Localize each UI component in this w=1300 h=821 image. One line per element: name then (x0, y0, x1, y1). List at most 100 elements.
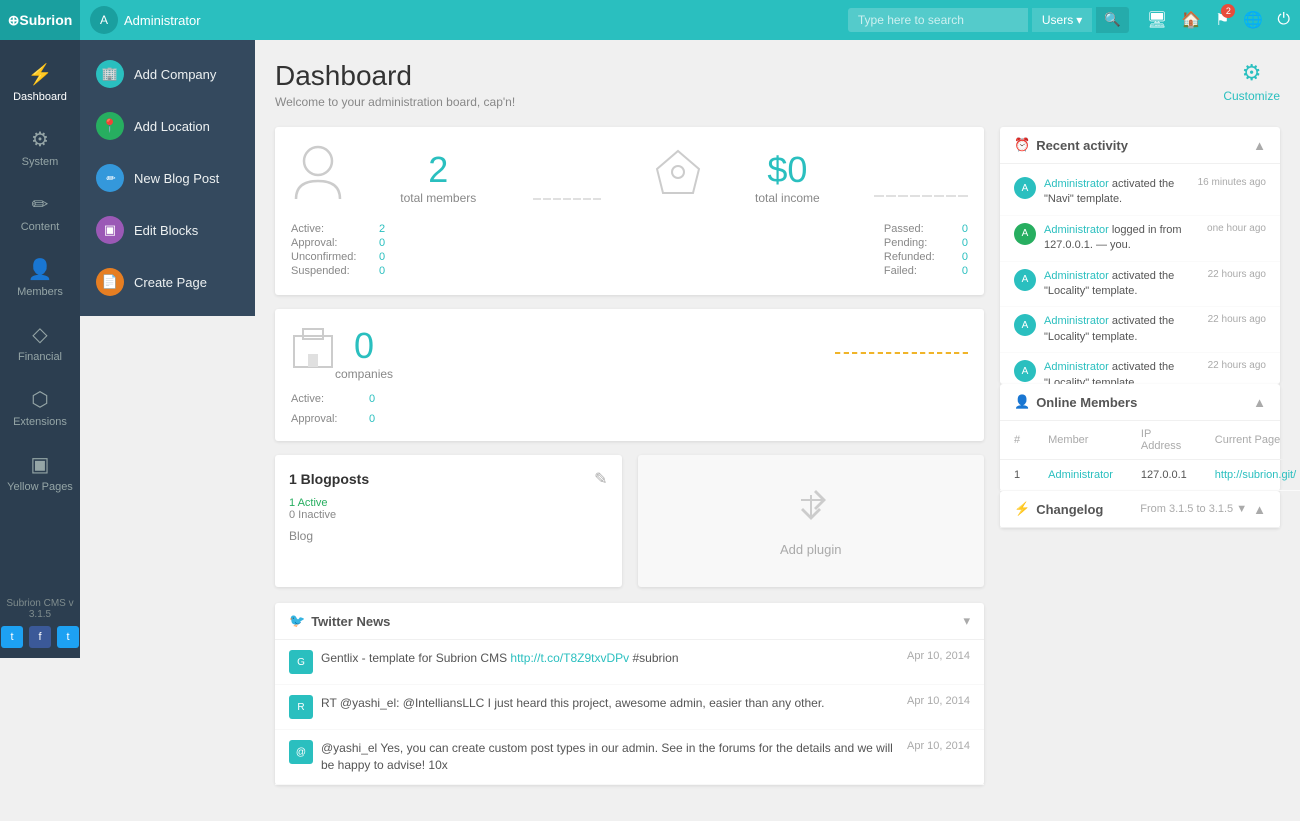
search-area: Users ▾ 🔍 🖥 🏠 ⚑ 2 🌐 ⏻ (848, 7, 1290, 33)
other-social-icon[interactable]: t (57, 626, 79, 648)
blog-inactive-count: 0 Inactive (289, 509, 608, 521)
admin-user-area: A Administrator (90, 6, 201, 34)
row-member: Administrator (1034, 460, 1127, 491)
users-dropdown-btn[interactable]: Users ▾ (1032, 8, 1092, 32)
tweet-2: R RT @yashi_el: @IntelliansLLC I just he… (275, 685, 984, 730)
pending-val: 0 (962, 237, 968, 249)
power-icon-btn[interactable]: ⏻ (1277, 11, 1290, 29)
i-bar-d-4 (910, 195, 920, 197)
changelog-title-text: Changelog (1036, 502, 1103, 517)
row-ip: 127.0.0.1 (1127, 460, 1201, 491)
bar-dashed-2 (543, 198, 551, 200)
tweet-1-text: Gentlix - template for Subrion CMS http:… (321, 650, 897, 667)
content-grid: 2 total members (275, 127, 1280, 801)
activity-user-link-5[interactable]: Administrator (1044, 361, 1109, 373)
activity-avatar-4: A (1014, 314, 1036, 336)
sidebar-item-content[interactable]: ✏ Content (0, 180, 80, 245)
search-input[interactable] (848, 8, 1028, 32)
companies-count-area: 0 companies (335, 325, 393, 381)
activity-text-4: Administrator activated the "Locality" t… (1044, 314, 1200, 345)
facebook-social-icon[interactable]: f (29, 626, 51, 648)
clock-icon: ⏰ (1014, 137, 1030, 153)
online-members-table-body: 1 Administrator 127.0.0.1 http://subrion… (1000, 460, 1300, 491)
quick-add-company[interactable]: 🏢 Add Company (80, 48, 255, 100)
approval-label: Approval: (291, 237, 371, 249)
tweet-3-left: @ @yashi_el Yes, you can create custom p… (289, 740, 897, 774)
changelog-version[interactable]: From 3.1.5 to 3.1.5 ▼ (1140, 503, 1247, 515)
recent-activity-title-text: Recent activity (1036, 138, 1128, 153)
activity-user-link-2[interactable]: Administrator (1044, 224, 1109, 236)
activity-text-2: Administrator logged in from 127.0.0.1. … (1044, 223, 1199, 254)
bar-dashed-7 (593, 198, 601, 200)
changelog-collapse-btn[interactable]: ▲ (1253, 502, 1266, 517)
income-area: $0 total income (755, 149, 820, 205)
online-members-collapse-btn[interactable]: ▲ (1253, 395, 1266, 410)
bar-dashed-1 (533, 198, 541, 200)
add-plugin-label: Add plugin (780, 542, 841, 557)
activity-user-link-4[interactable]: Administrator (1044, 315, 1109, 327)
sidebar-item-label: Dashboard (13, 91, 67, 103)
globe-icon-btn[interactable]: 🌐 (1243, 10, 1263, 30)
app-logo[interactable]: ⊕ Subrion (0, 0, 80, 40)
new-blog-post-icon: ✏ (96, 164, 124, 192)
quick-new-blog-post[interactable]: ✏ New Blog Post (80, 152, 255, 204)
bar-dashed-5 (573, 198, 581, 200)
activity-user-link-1[interactable]: Administrator (1044, 178, 1109, 190)
twitter-body: G Gentlix - template for Subrion CMS htt… (275, 640, 984, 785)
income-label: total income (755, 191, 820, 205)
new-blog-post-label: New Blog Post (134, 171, 219, 186)
member-link[interactable]: Administrator (1048, 469, 1113, 481)
comp-dash-2 (852, 352, 866, 354)
sidebar-item-system[interactable]: ⚙ System (0, 115, 80, 180)
extensions-icon: ⬡ (31, 387, 48, 412)
recent-activity-header: ⏰ Recent activity ▲ (1000, 127, 1280, 164)
activity-user-link-3[interactable]: Administrator (1044, 270, 1109, 282)
sidebar-item-extensions[interactable]: ⬡ Extensions (0, 375, 80, 440)
page-link[interactable]: http://subrion.git/ (1215, 469, 1296, 481)
activity-avatar-3: A (1014, 269, 1036, 291)
comp-active-val: 0 (369, 393, 375, 405)
add-plugin-widget[interactable]: Add plugin (638, 455, 985, 587)
quick-create-page[interactable]: 📄 Create Page (80, 256, 255, 308)
page-title: Dashboard (275, 60, 515, 92)
income-details: Passed: 0 Pending: 0 Refunded: 0 (884, 223, 968, 279)
quick-add-location[interactable]: 📍 Add Location (80, 100, 255, 152)
sidebar: ⚡ Dashboard ⚙ System ✏ Content 👤 Members… (0, 40, 80, 658)
monitor-icon-btn[interactable]: 🖥 (1147, 10, 1167, 30)
sidebar-item-dashboard[interactable]: ⚡ Dashboard (0, 50, 80, 115)
bottom-widgets: 1 Blogposts ✎ 1 Active 0 Inactive Blog (275, 455, 984, 587)
i-bar-d-5 (922, 195, 932, 197)
app-name: Subrion (19, 12, 72, 28)
changelog-header: ⚡ Changelog From 3.1.5 to 3.1.5 ▼ ▲ (1000, 491, 1280, 528)
passed-val: 0 (962, 223, 968, 235)
sidebar-footer: Subrion CMS v 3.1.5 t f t (0, 598, 80, 658)
blog-widget: 1 Blogposts ✎ 1 Active 0 Inactive Blog (275, 455, 622, 587)
online-members-body: # Member IP Address Current Page 1 Admin… (1000, 421, 1280, 491)
quick-edit-blocks[interactable]: ▣ Edit Blocks (80, 204, 255, 256)
fire-icon-btn[interactable]: 🏠 (1181, 10, 1201, 30)
search-button[interactable]: 🔍 (1096, 7, 1129, 33)
twitter-collapse-icon[interactable]: ▾ (963, 613, 970, 629)
comp-dash-3 (869, 352, 883, 354)
customize-button[interactable]: ⚙ Customize (1223, 60, 1280, 103)
sidebar-item-members[interactable]: 👤 Members (0, 245, 80, 310)
twitter-social-icon[interactable]: t (1, 626, 23, 648)
sidebar-item-financial[interactable]: ◇ Financial (0, 310, 80, 375)
activity-text-5: Administrator activated the "Locality" t… (1044, 360, 1200, 384)
yellow-pages-icon: ▣ (31, 452, 50, 477)
activity-item-2: A Administrator logged in from 127.0.0.1… (1000, 216, 1280, 262)
online-members-title-text: Online Members (1036, 395, 1137, 410)
recent-activity-collapse-btn[interactable]: ▲ (1253, 138, 1266, 153)
flag-icon-btn[interactable]: ⚑ 2 (1215, 10, 1229, 30)
online-members-panel: 👤 Online Members ▲ # Member IP Address C… (1000, 384, 1280, 491)
members-left-details: Active: 2 Approval: 0 Unconfirmed: 0 (291, 223, 385, 279)
avatar: A (90, 6, 118, 34)
failed-val: 0 (962, 265, 968, 277)
tweet-1: G Gentlix - template for Subrion CMS htt… (275, 640, 984, 685)
members-widget: 2 total members (275, 127, 984, 295)
refunded-row: Refunded: 0 (884, 251, 968, 263)
tweet-1-link[interactable]: http://t.co/T8Z9txvDPv (510, 651, 629, 665)
sidebar-item-yellow-pages[interactable]: ▣ Yellow Pages (0, 440, 80, 505)
blog-edit-icon[interactable]: ✎ (594, 469, 607, 489)
sidebar-item-label: Financial (18, 351, 62, 363)
